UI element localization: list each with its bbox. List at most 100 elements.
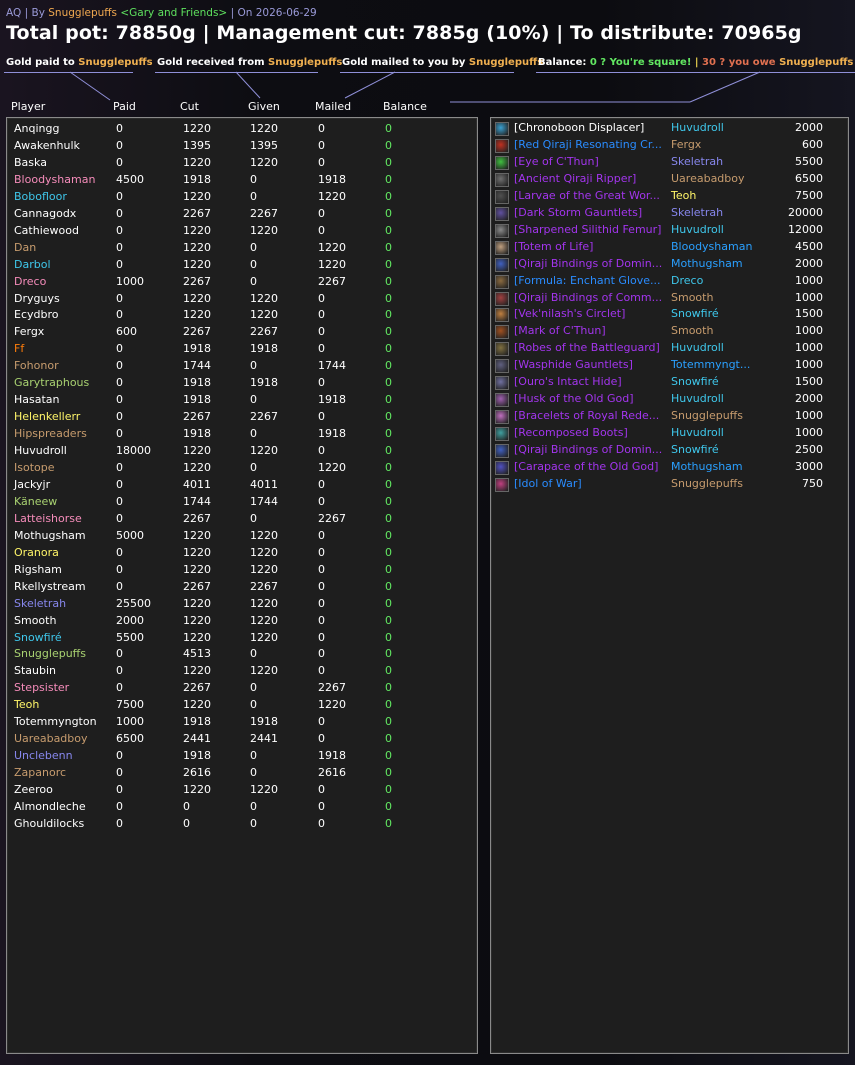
player-row[interactable]: Staubin 0 1220 1220 0 0	[7, 664, 467, 681]
player-row[interactable]: Mothugsham 5000 1220 1220 0 0	[7, 529, 467, 546]
player-row[interactable]: Stepsister 0 2267 0 2267 0	[7, 681, 467, 698]
player-row[interactable]: Helenkellerr 0 2267 2267 0 0	[7, 410, 467, 427]
player-row[interactable]: Huvudroll 18000 1220 1220 0 0	[7, 444, 467, 461]
player-mailed-cell: 1918	[318, 393, 346, 407]
item-link[interactable]: [Mark of C'Thun]	[514, 324, 606, 337]
loot-row[interactable]: [Idol of War] Snugglepuffs 750	[491, 477, 841, 494]
item-link[interactable]: [Chronoboon Displacer]	[514, 121, 644, 134]
item-link[interactable]: [Dark Storm Gauntlets]	[514, 206, 642, 219]
loot-row[interactable]: [Eye of C'Thun] Skeletrah 5500	[491, 155, 841, 172]
players-panel[interactable]: Anqingg 0 1220 1220 0 0 Awakenhulk 0 1395 1395 0 0 B…	[6, 117, 478, 1054]
player-row[interactable]: Anqingg 0 1220 1220 0 0	[7, 122, 467, 139]
loot-row[interactable]: [Formula: Enchant Glove... Dreco 1000	[491, 274, 841, 291]
item-link[interactable]: [Carapace of the Old God]	[514, 460, 658, 473]
item-link[interactable]: [Ancient Qiraji Ripper]	[514, 172, 636, 185]
player-row[interactable]: Totemmyngton 1000 1918 1918 0 0	[7, 715, 467, 732]
player-row[interactable]: Bloodyshaman 4500 1918 0 1918 0	[7, 173, 467, 190]
item-link[interactable]: [Vek'nilash's Circlet]	[514, 307, 625, 320]
player-row[interactable]: Bobofloor 0 1220 0 1220 0	[7, 190, 467, 207]
item-link[interactable]: [Larvae of the Great Wor...	[514, 189, 660, 202]
player-row[interactable]: Ff 0 1918 1918 0 0	[7, 342, 467, 359]
loot-row[interactable]: [Carapace of the Old God] Mothugsham 3000	[491, 460, 841, 477]
loot-row[interactable]: [Qiraji Bindings of Comm... Smooth 1000	[491, 291, 841, 308]
player-row[interactable]: Smooth 2000 1220 1220 0 0	[7, 614, 467, 631]
player-row[interactable]: Zapanorc 0 2616 0 2616 0	[7, 766, 467, 783]
loot-row[interactable]: [Red Qiraji Resonating Cr... Fergx 600	[491, 138, 841, 155]
item-link[interactable]: [Bracelets of Royal Rede...	[514, 409, 659, 422]
item-link[interactable]: [Totem of Life]	[514, 240, 593, 253]
loot-row[interactable]: [Mark of C'Thun] Smooth 1000	[491, 324, 841, 341]
item-link[interactable]: [Qiraji Bindings of Domin...	[514, 257, 662, 270]
loot-row[interactable]: [Sharpened Silithid Femur] Huvudroll 12000	[491, 223, 841, 240]
player-cut-cell: 1220	[183, 698, 211, 712]
player-row[interactable]: Jackyjr 0 4011 4011 0 0	[7, 478, 467, 495]
player-row[interactable]: Hipspreaders 0 1918 0 1918 0	[7, 427, 467, 444]
player-balance-cell: 0	[385, 172, 392, 186]
player-row[interactable]: Awakenhulk 0 1395 1395 0 0	[7, 139, 467, 156]
player-mailed-cell: 1918	[318, 749, 346, 763]
player-row[interactable]: Isotope 0 1220 0 1220 0	[7, 461, 467, 478]
loot-row[interactable]: [Larvae of the Great Wor... Teoh 7500	[491, 189, 841, 206]
player-given-cell: 1744	[250, 494, 278, 508]
loot-row[interactable]: [Bracelets of Royal Rede... Snugglepuffs 1…	[491, 409, 841, 426]
item-link[interactable]: [Red Qiraji Resonating Cr...	[514, 138, 662, 151]
player-row[interactable]: Almondleche 0 0 0 0 0	[7, 800, 467, 817]
player-row[interactable]: Cannagodx 0 2267 2267 0 0	[7, 207, 467, 224]
player-row[interactable]: Fohonor 0 1744 0 1744 0	[7, 359, 467, 376]
player-row[interactable]: Teoh 7500 1220 0 1220 0	[7, 698, 467, 715]
player-row[interactable]: Zeeroo 0 1220 1220 0 0	[7, 783, 467, 800]
item-link[interactable]: [Wasphide Gauntlets]	[514, 358, 633, 371]
player-row[interactable]: Garytraphous 0 1918 1918 0 0	[7, 376, 467, 393]
loot-row[interactable]: [Dark Storm Gauntlets] Skeletrah 20000	[491, 206, 841, 223]
player-row[interactable]: Skeletrah 25500 1220 1220 0 0	[7, 597, 467, 614]
item-buyer: Huvudroll	[671, 222, 724, 236]
item-link[interactable]: [Ouro's Intact Hide]	[514, 375, 622, 388]
player-row[interactable]: Dreco 1000 2267 0 2267 0	[7, 275, 467, 292]
player-row[interactable]: Cathiewood 0 1220 1220 0 0	[7, 224, 467, 241]
player-row[interactable]: Fergx 600 2267 2267 0 0	[7, 325, 467, 342]
player-row[interactable]: Rigsham 0 1220 1220 0 0	[7, 563, 467, 580]
player-row[interactable]: Ecydbro 0 1220 1220 0 0	[7, 308, 467, 325]
player-row[interactable]: Baska 0 1220 1220 0 0	[7, 156, 467, 173]
loot-row[interactable]: [Chronoboon Displacer] Huvudroll 2000	[491, 121, 841, 138]
player-row[interactable]: Unclebenn 0 1918 0 1918 0	[7, 749, 467, 766]
player-row[interactable]: Ghouldilocks 0 0 0 0 0	[7, 817, 467, 834]
player-paid-cell: 600	[116, 325, 137, 339]
player-mailed-cell: 0	[318, 800, 325, 813]
loot-panel[interactable]: [Chronoboon Displacer] Huvudroll 2000 [Red …	[490, 117, 849, 1054]
player-name-cell: Hipspreaders	[14, 427, 87, 441]
player-row[interactable]: Darbol 0 1220 0 1220 0	[7, 258, 467, 275]
player-row[interactable]: Rkellystream 0 2267 2267 0 0	[7, 580, 467, 597]
item-buyer: Uareabadboy	[671, 171, 745, 185]
loot-row[interactable]: [Vek'nilash's Circlet] Snowfiré 1500	[491, 307, 841, 324]
loot-row[interactable]: [Ouro's Intact Hide] Snowfiré 1500	[491, 375, 841, 392]
loot-row[interactable]: [Robes of the Battleguard] Huvudroll 1000	[491, 341, 841, 358]
item-link[interactable]: [Qiraji Bindings of Domin...	[514, 443, 662, 456]
loot-row[interactable]: [Wasphide Gauntlets] Totemmyngt... 1000	[491, 358, 841, 375]
item-link[interactable]: [Recomposed Boots]	[514, 426, 628, 439]
item-link[interactable]: [Idol of War]	[514, 477, 582, 490]
player-row[interactable]: Uareabadboy 6500 2441 2441 0 0	[7, 732, 467, 749]
player-row[interactable]: Latteishorse 0 2267 0 2267 0	[7, 512, 467, 529]
player-row[interactable]: Dryguys 0 1220 1220 0 0	[7, 292, 467, 309]
player-row[interactable]: Hasatan 0 1918 0 1918 0	[7, 393, 467, 410]
item-link[interactable]: [Robes of the Battleguard]	[514, 341, 660, 354]
loot-row[interactable]: [Recomposed Boots] Huvudroll 1000	[491, 426, 841, 443]
player-row[interactable]: Snowfiré 5500 1220 1220 0 0	[7, 631, 467, 648]
player-row[interactable]: Oranora 0 1220 1220 0 0	[7, 546, 467, 563]
player-paid-cell: 0	[116, 308, 123, 322]
item-link[interactable]: [Qiraji Bindings of Comm...	[514, 291, 662, 304]
item-price: 6500	[795, 171, 823, 185]
loot-row[interactable]: [Ancient Qiraji Ripper] Uareabadboy 6500	[491, 172, 841, 189]
item-link[interactable]: [Formula: Enchant Glove...	[514, 274, 661, 287]
player-row[interactable]: Dan 0 1220 0 1220 0	[7, 241, 467, 258]
loot-row[interactable]: [Totem of Life] Bloodyshaman 4500	[491, 240, 841, 257]
loot-row[interactable]: [Qiraji Bindings of Domin... Snowfiré 2500	[491, 443, 841, 460]
item-link[interactable]: [Husk of the Old God]	[514, 392, 634, 405]
item-link[interactable]: [Sharpened Silithid Femur]	[514, 223, 661, 236]
player-row[interactable]: Käneew 0 1744 1744 0 0	[7, 495, 467, 512]
loot-row[interactable]: [Qiraji Bindings of Domin... Mothugsham 20…	[491, 257, 841, 274]
item-link[interactable]: [Eye of C'Thun]	[514, 155, 599, 168]
player-row[interactable]: Snugglepuffs 0 4513 0 0 0	[7, 647, 467, 664]
loot-row[interactable]: [Husk of the Old God] Huvudroll 2000	[491, 392, 841, 409]
